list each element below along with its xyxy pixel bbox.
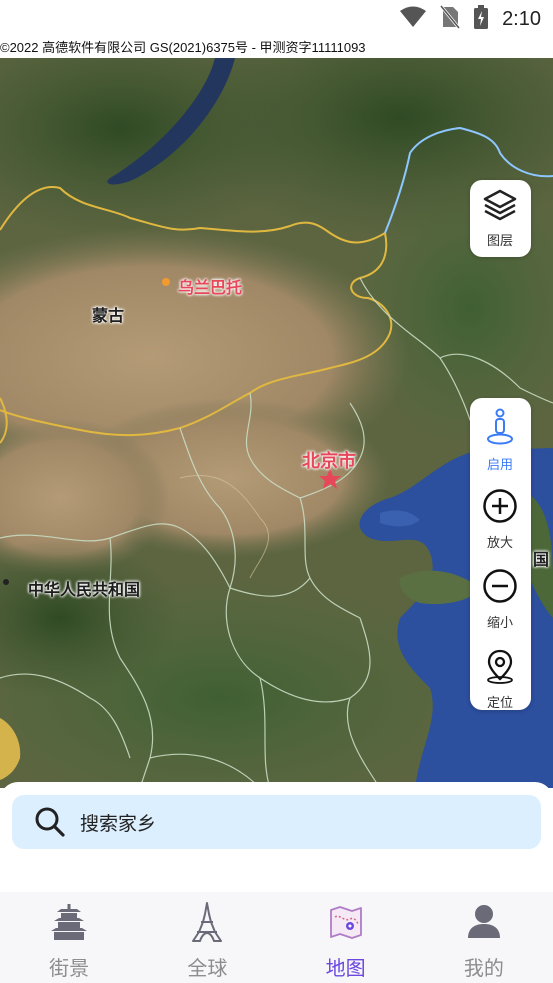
layers-button[interactable]: 图层 xyxy=(470,180,530,266)
tab-global[interactable]: 全球 xyxy=(138,892,276,983)
street-view-toggle[interactable]: 启用 xyxy=(470,398,530,486)
search-icon xyxy=(34,806,66,838)
tab-mine[interactable]: 我的 xyxy=(415,892,553,983)
tab-street-view[interactable]: 街景 xyxy=(0,892,138,983)
country-label-china: 中华人民共和国 xyxy=(28,580,141,599)
search-placeholder: 搜索家乡 xyxy=(80,812,157,835)
location-pin-icon xyxy=(484,648,516,688)
country-label-edge: 国 xyxy=(533,550,550,569)
eiffel-tower-icon xyxy=(187,902,227,946)
map-copyright: ©2022 高德软件有限公司 GS(2021)6375号 - 甲测资字11111… xyxy=(0,38,553,58)
bottom-sheet: 搜索家乡 xyxy=(0,782,553,892)
tab-label-global: 全球 xyxy=(187,956,228,980)
layers-panel: 图层 xyxy=(470,180,531,257)
zoom-out-label: 缩小 xyxy=(486,616,513,631)
layers-icon xyxy=(482,188,518,226)
layers-label: 图层 xyxy=(486,234,513,249)
locate-label: 定位 xyxy=(486,696,513,711)
street-view-label: 启用 xyxy=(486,458,513,473)
minus-circle-icon xyxy=(482,568,518,608)
bottom-tab-bar: 街景 全球 地图 我的 xyxy=(0,892,553,983)
status-bar: 2:10 xyxy=(0,0,553,38)
zoom-in-button[interactable]: 放大 xyxy=(470,486,530,566)
city-label-beijing: 北京市 xyxy=(302,451,356,472)
tab-map[interactable]: 地图 xyxy=(277,892,415,983)
battery-charging-icon xyxy=(474,5,489,33)
pegman-icon xyxy=(486,408,514,450)
locate-button[interactable]: 定位 xyxy=(470,646,530,726)
city-label-ulaanbaatar: 乌兰巴托 xyxy=(178,278,243,297)
search-bar[interactable]: 搜索家乡 xyxy=(12,795,541,849)
country-label-mongolia: 蒙古 xyxy=(92,306,125,325)
no-sim-icon xyxy=(439,5,461,33)
wifi-icon xyxy=(400,6,427,32)
pagoda-icon xyxy=(49,902,89,946)
zoom-in-label: 放大 xyxy=(486,536,513,551)
user-icon xyxy=(464,902,504,946)
satellite-map[interactable]: 乌兰巴托 蒙古 北京市 中华人民共和国 国 图层 启用 放大 缩小 定位 xyxy=(0,58,553,788)
tab-label-map: 地图 xyxy=(325,956,366,980)
tab-label-mine: 我的 xyxy=(463,956,504,980)
map-icon xyxy=(326,902,366,946)
tab-label-street-view: 街景 xyxy=(49,956,90,980)
plus-circle-icon xyxy=(482,488,518,528)
status-time: 2:10 xyxy=(502,7,541,30)
map-controls-panel: 启用 放大 缩小 定位 xyxy=(470,398,531,711)
zoom-out-button[interactable]: 缩小 xyxy=(470,566,530,646)
